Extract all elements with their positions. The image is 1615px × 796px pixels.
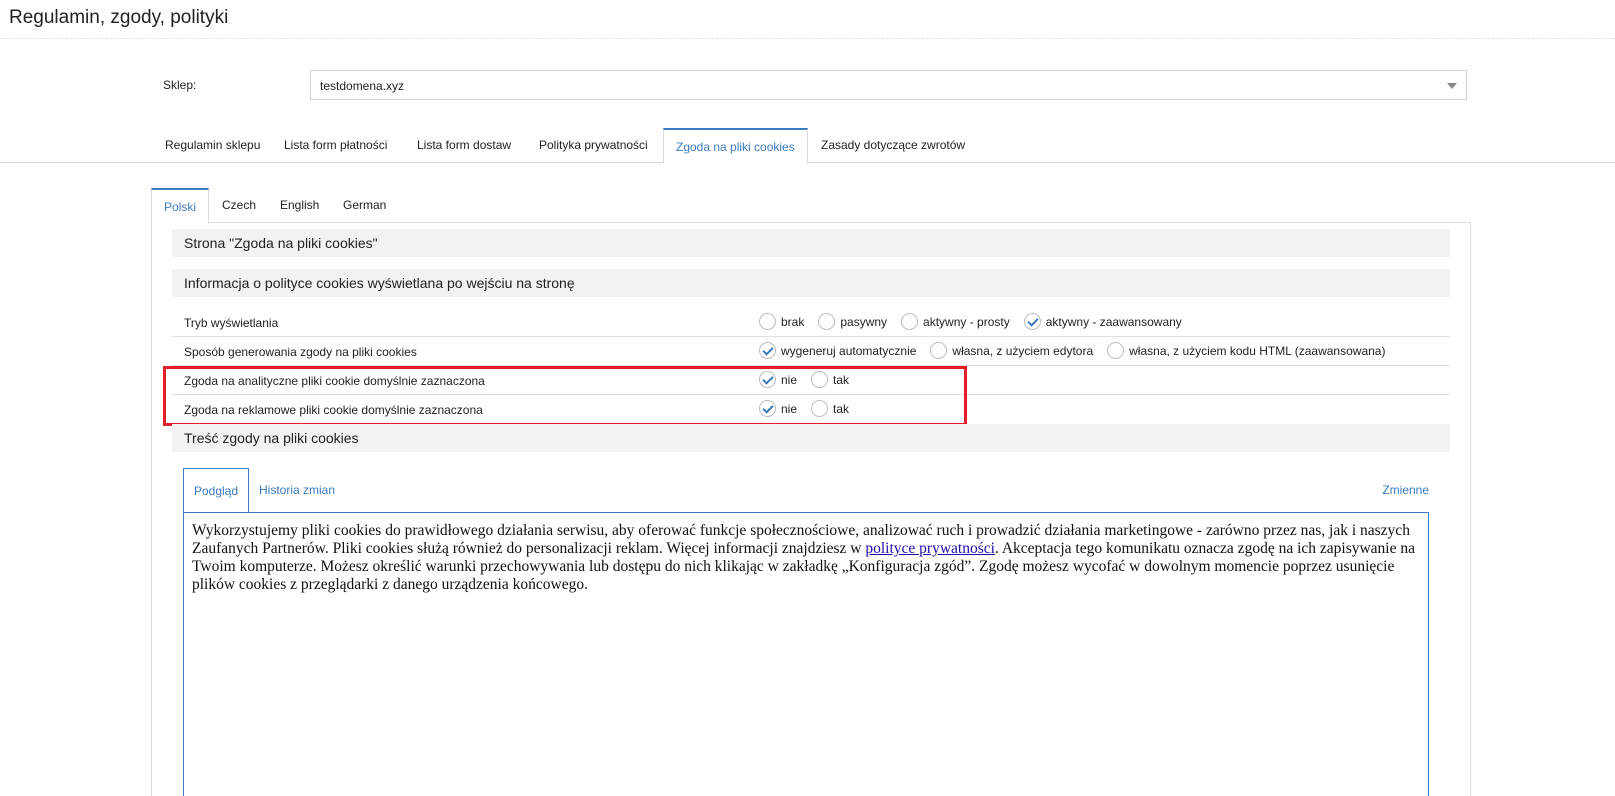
- row-label: Zgoda na analityczne pliki cookie domyśl…: [184, 374, 485, 388]
- section-content-header: Treść zgody na pliki cookies: [172, 424, 1450, 452]
- variables-link[interactable]: Zmienne: [1382, 468, 1429, 514]
- radio-checked-icon: [759, 400, 776, 417]
- tab-podglad[interactable]: Podgląd: [183, 468, 250, 514]
- row-ads-default: Zgoda na reklamowe pliki cookie domyślni…: [172, 395, 1450, 424]
- radio-aktywny-prosty[interactable]: aktywny - prosty: [901, 313, 1010, 330]
- page-header: Regulamin, zgody, polityki: [0, 0, 1615, 39]
- shop-select-value: testdomena.xyz: [320, 79, 405, 93]
- radio-checked-icon: [1023, 313, 1041, 330]
- tab-zasady-zwrotow[interactable]: Zasady dotyczące zwrotów: [809, 128, 977, 164]
- radio-circle-icon: [811, 400, 829, 417]
- radio-pasywny[interactable]: pasywny: [818, 313, 887, 330]
- radio-aktywny-zaawansowany[interactable]: aktywny - zaawansowany: [1023, 313, 1182, 330]
- row-analytics-default: Zgoda na analityczne pliki cookie domyśl…: [172, 366, 1450, 395]
- radio-ads-nie[interactable]: nie: [759, 400, 797, 417]
- chevron-down-icon: [1447, 83, 1457, 89]
- tab-lista-form-dostaw[interactable]: Lista form dostaw: [405, 128, 523, 164]
- radio-circle-icon: [811, 371, 829, 388]
- radio-wlasna-html[interactable]: własna, z użyciem kodu HTML (zaawansowan…: [1107, 342, 1385, 359]
- main-tabs: Regulamin sklepu Lista form płatności Li…: [0, 128, 1615, 164]
- row-label: Sposób generowania zgody na pliki cookie…: [184, 345, 417, 359]
- shop-select[interactable]: testdomena.xyz: [310, 70, 1467, 100]
- tab-historia-zmian[interactable]: Historia zmian: [249, 468, 345, 514]
- section-page-header: Strona "Zgoda na pliki cookies": [172, 229, 1450, 257]
- row-label: Tryb wyświetlania: [184, 316, 279, 330]
- tab-zgoda-na-pliki-cookies[interactable]: Zgoda na pliki cookies: [663, 128, 808, 164]
- tab-regulamin-sklepu[interactable]: Regulamin sklepu: [153, 128, 272, 164]
- tab-lang-polski[interactable]: Polski: [151, 188, 210, 224]
- radio-circle-icon: [759, 313, 776, 330]
- language-tabs: Polski Czech English German: [151, 188, 1471, 224]
- privacy-policy-link[interactable]: polityce prywatności: [865, 540, 995, 557]
- editor-tabs: Podgląd Historia zmian Zmienne: [183, 468, 1429, 514]
- tab-lista-form-platnosci[interactable]: Lista form płatności: [272, 128, 399, 164]
- radio-checked-icon: [759, 342, 776, 359]
- radio-circle-icon: [901, 313, 919, 330]
- tab-lang-english[interactable]: English: [268, 188, 331, 224]
- radio-wlasna-edytor[interactable]: własna, z użyciem edytora: [930, 342, 1093, 359]
- radio-group-display-mode: brak pasywny aktywny - prosty aktywny - …: [759, 313, 1196, 330]
- row-display-mode: Tryb wyświetlania brak pasywny aktywny -…: [172, 308, 1450, 337]
- radio-circle-icon: [1107, 342, 1125, 359]
- shop-label: Sklep:: [163, 78, 197, 92]
- row-label: Zgoda na reklamowe pliki cookie domyślni…: [184, 403, 483, 417]
- radio-circle-icon: [930, 342, 948, 359]
- radio-wygeneruj-automatycznie[interactable]: wygeneruj automatycznie: [759, 342, 916, 359]
- radio-group-analytics-default: nie tak: [759, 371, 863, 388]
- radio-analytics-tak[interactable]: tak: [811, 371, 849, 388]
- section-info-header: Informacja o polityce cookies wyświetlan…: [172, 269, 1450, 297]
- radio-ads-tak[interactable]: tak: [811, 400, 849, 417]
- radio-checked-icon: [759, 371, 776, 388]
- radio-group-ads-default: nie tak: [759, 400, 863, 417]
- page-title: Regulamin, zgody, polityki: [9, 7, 229, 28]
- row-generation-mode: Sposób generowania zgody na pliki cookie…: [172, 337, 1450, 366]
- radio-circle-icon: [818, 313, 836, 330]
- radio-group-generation-mode: wygeneruj automatycznie własna, z użycie…: [759, 342, 1399, 359]
- radio-analytics-nie[interactable]: nie: [759, 371, 797, 388]
- tab-lang-german[interactable]: German: [331, 188, 398, 224]
- editor-preview[interactable]: Wykorzystujemy pliki cookies do prawidło…: [183, 512, 1429, 796]
- radio-brak[interactable]: brak: [759, 313, 804, 330]
- tab-polityka-prywatnosci[interactable]: Polityka prywatności: [527, 128, 660, 164]
- tab-lang-czech[interactable]: Czech: [210, 188, 268, 224]
